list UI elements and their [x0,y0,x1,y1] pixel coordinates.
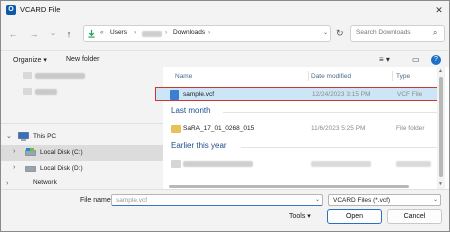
file-type-redacted [396,161,431,167]
group-divider [241,147,437,148]
vcf-file-icon [170,90,179,100]
file-date-redacted [311,161,371,167]
file-date: 11/6/2023 5:25 PM [311,125,366,132]
column-divider[interactable] [308,71,309,81]
file-row-redacted[interactable] [163,157,439,171]
bottom-divider [1,189,449,190]
sidebar-item-local-disk-d[interactable]: › Local Disk (D:) [1,161,163,177]
drive-icon [25,148,36,156]
title-bar: O VCARD File ✕ [1,1,449,19]
window-title: VCARD File [20,5,61,14]
file-name-redacted [183,161,253,167]
preview-pane-icon[interactable]: ▭ [412,55,420,64]
outlook-icon: O [6,5,16,15]
scrollbar-thumb[interactable] [439,77,443,177]
column-header-name[interactable]: Name [175,73,192,80]
address-bar[interactable]: « Users › › Downloads › [83,25,331,42]
group-divider [223,112,437,113]
quick-access-item[interactable] [1,69,163,85]
folder-icon [23,72,32,79]
drive-icon [25,166,36,172]
column-divider[interactable] [392,71,393,81]
column-header-date[interactable]: Date modified [311,73,351,80]
back-button[interactable]: ← [7,28,19,40]
file-list: Name Date modified Type sample.vcf 12/24… [155,67,449,189]
breadcrumb-username-redacted[interactable] [142,31,162,37]
recent-locations-button[interactable]: ⌄ [47,28,59,40]
quick-access-redacted-label [35,89,57,95]
file-name-input[interactable]: sample.vcf ⌄ [111,194,323,206]
file-row-sample-vcf[interactable]: sample.vcf 12/24/2023 3:15 PM VCF File [155,87,441,101]
chevron-down-icon[interactable]: ⌄ [6,132,12,140]
file-name: SaRA_17_01_0268_015 [183,125,255,132]
scrollbar-thumb[interactable] [169,185,409,188]
breadcrumb-overflow[interactable]: « [100,29,104,36]
search-box[interactable]: Search Downloads ⌕ [350,25,445,42]
file-type-value: VCARD Files (*.vcf) [333,197,391,204]
group-header-last-month[interactable]: Last month [171,106,211,115]
refresh-icon[interactable]: ↻ [336,28,344,39]
chevron-right-icon[interactable]: › [13,164,15,171]
vertical-scrollbar[interactable]: ▲ ▼ [437,67,445,189]
chevron-down-icon[interactable]: ⌄ [315,196,320,203]
sidebar-item-label: Local Disk (C:) [40,149,83,156]
sidebar-item-local-disk-c[interactable]: › Local Disk (C:) [1,145,163,161]
sidebar-item-label: This PC [33,133,57,140]
breadcrumb-downloads[interactable]: Downloads [173,29,205,36]
file-row-folder[interactable]: SaRA_17_01_0268_015 11/6/2023 5:25 PM Fi… [163,122,439,136]
breadcrumb-separator[interactable]: › [134,29,136,36]
organize-button[interactable]: Organize ▾ [13,56,47,64]
file-date: 12/24/2023 3:15 PM [312,91,371,98]
sidebar-item-this-pc[interactable]: ⌄ This PC [1,129,163,145]
chevron-right-icon[interactable]: › [6,180,8,187]
chevron-right-icon[interactable]: › [13,148,15,155]
view-options-icon[interactable]: ≡ ▾ [379,55,390,64]
folder-icon [23,88,32,95]
group-header-earlier-this-year[interactable]: Earlier this year [171,141,227,150]
quick-access-redacted-label [35,73,85,79]
up-button[interactable]: ↑ [63,28,75,40]
cancel-button[interactable]: Cancel [387,209,442,224]
file-type: VCF File [397,91,423,98]
sidebar-item-label: Network [33,179,57,186]
new-folder-button[interactable]: New folder [66,56,99,63]
toolbar-divider [1,50,449,51]
computer-icon [18,132,29,141]
file-dialog: O VCARD File ✕ ← → ⌄ ↑ « Users › › Downl… [0,0,450,232]
quick-access-item[interactable] [1,85,163,101]
scroll-up-icon[interactable]: ▲ [438,68,443,74]
folder-icon [171,160,181,168]
file-type: File folder [396,125,425,132]
breadcrumb-separator[interactable]: › [165,29,167,36]
breadcrumb-users[interactable]: Users [110,29,127,36]
navigation-pane: ⌄ This PC › Local Disk (C:) › Local Disk… [1,67,163,189]
search-placeholder: Search Downloads [356,29,411,36]
scroll-down-icon[interactable]: ▼ [438,181,443,187]
downloads-icon [88,29,95,38]
breadcrumb-separator[interactable]: › [208,29,210,36]
help-icon[interactable]: ? [431,55,441,65]
tools-menu[interactable]: Tools ▾ [289,212,311,220]
file-type-select[interactable]: VCARD Files (*.vcf) ⌄ [328,194,441,206]
sidebar-item-network[interactable]: › Network [1,177,163,189]
search-icon: ⌕ [433,28,438,37]
file-name-value: sample.vcf [116,197,148,204]
sidebar-item-label: Local Disk (D:) [40,165,83,172]
file-name-label: File name: [80,197,113,204]
tools-label: Tools [289,213,306,220]
open-button[interactable]: Open [327,209,382,224]
pane-divider [1,123,163,124]
file-name: sample.vcf [183,91,215,98]
column-header-type[interactable]: Type [396,73,410,80]
forward-button[interactable]: → [28,28,40,40]
chevron-down-icon: ⌄ [433,197,439,203]
folder-icon [171,125,181,133]
address-dropdown-icon[interactable]: ⌄ [323,29,328,36]
close-button[interactable]: ✕ [433,4,445,16]
